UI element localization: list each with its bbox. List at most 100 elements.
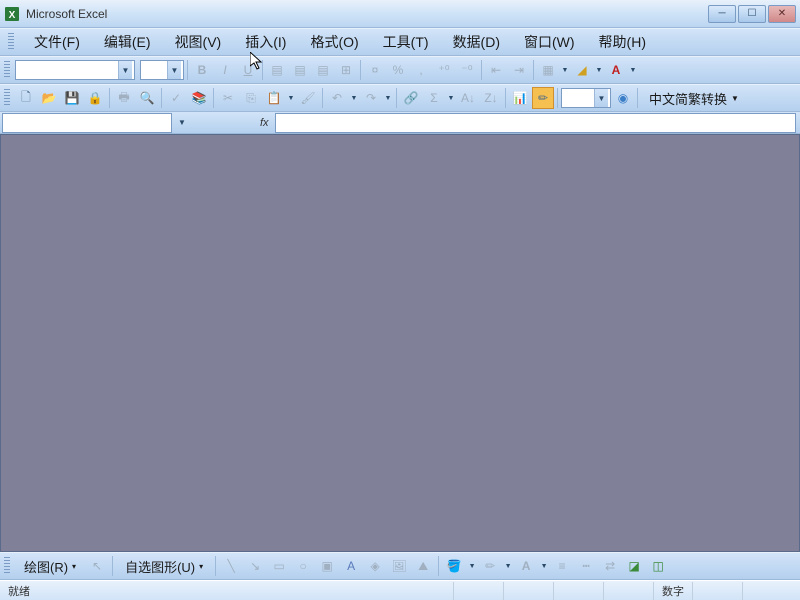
status-cell [503,582,553,600]
chevron-down-icon[interactable]: ▼ [560,59,570,81]
picture-button[interactable]: ⛰ [412,555,434,577]
menu-help[interactable]: 帮助(H) [587,28,658,56]
underline-button[interactable]: U [237,59,259,81]
zoom-combo[interactable]: ▼ [561,88,611,108]
redo-button[interactable]: ↷ [360,87,382,109]
toolbar-grip[interactable] [4,557,10,575]
chevron-down-icon[interactable]: ▼ [446,87,456,109]
align-right-button[interactable]: ▤ [312,59,334,81]
sort-asc-button[interactable]: A↓ [457,87,479,109]
name-box-dropdown[interactable]: ▼ [174,114,190,132]
italic-button[interactable]: I [214,59,236,81]
menu-edit[interactable]: 编辑(E) [92,28,163,56]
hyperlink-button[interactable]: 🔗 [400,87,422,109]
autoshapes-button[interactable]: 自选图形(U)▾ [117,555,211,577]
borders-button[interactable]: ▦ [537,59,559,81]
merge-center-button[interactable]: ⊞ [335,59,357,81]
font-color-button[interactable]: A [515,555,537,577]
diagram-button[interactable]: ◈ [364,555,386,577]
close-button[interactable]: ✕ [768,5,796,23]
chevron-down-icon[interactable]: ▼ [467,555,477,577]
select-objects-button[interactable]: ↖ [86,555,108,577]
menu-window[interactable]: 窗口(W) [512,28,587,56]
titlebar[interactable]: X Microsoft Excel ─ ☐ ✕ [0,0,800,28]
chevron-down-icon[interactable]: ▼ [349,87,359,109]
autosum-button[interactable]: Σ [423,87,445,109]
cut-button[interactable]: ✂ [217,87,239,109]
font-size-combo[interactable]: ▼ [140,60,184,80]
align-left-button[interactable]: ▤ [266,59,288,81]
line-style-button[interactable]: ≡ [551,555,573,577]
menu-tools[interactable]: 工具(T) [371,28,441,56]
chevron-down-icon[interactable]: ▼ [286,87,296,109]
menu-format[interactable]: 格式(O) [298,28,370,56]
svg-text:X: X [9,10,16,21]
font-name-combo[interactable]: ▼ [15,60,135,80]
oval-button[interactable]: ○ [292,555,314,577]
decrease-decimal-button[interactable]: ⁻⁰ [456,59,478,81]
status-cell [553,582,603,600]
formula-bar[interactable] [275,113,796,133]
wordart-button[interactable]: A [340,555,362,577]
fill-color-button[interactable]: ◢ [571,59,593,81]
chevron-down-icon[interactable]: ▼ [118,61,132,79]
open-button[interactable]: 📂 [38,87,60,109]
menu-file[interactable]: 文件(F) [22,28,92,56]
dash-style-button[interactable]: ┅ [575,555,597,577]
fill-color-button[interactable]: 🪣 [443,555,465,577]
new-button[interactable]: 🗋 [15,87,37,109]
textbox-button[interactable]: ▣ [316,555,338,577]
increase-decimal-button[interactable]: ⁺⁰ [433,59,455,81]
rectangle-button[interactable]: ▭ [268,555,290,577]
copy-button[interactable]: ⎘ [240,87,262,109]
help-button[interactable]: ◉ [612,87,634,109]
paste-button[interactable]: 📋 [263,87,285,109]
arrow-button[interactable]: ↘ [244,555,266,577]
bold-button[interactable]: B [191,59,213,81]
name-box[interactable] [2,113,172,133]
increase-indent-button[interactable]: ⇥ [508,59,530,81]
menu-view[interactable]: 视图(V) [163,28,234,56]
line-button[interactable]: ╲ [220,555,242,577]
currency-button[interactable]: ¤ [364,59,386,81]
align-center-button[interactable]: ▤ [289,59,311,81]
draw-menu-button[interactable]: 绘图(R)▾ [16,555,84,577]
chinese-convert-button[interactable]: 中文简繁转换▼ [641,87,747,109]
clipart-button[interactable]: 🖼 [388,555,410,577]
drawing-toggle-button[interactable]: ✏ [532,87,554,109]
format-painter-button[interactable]: 🖌 [297,87,319,109]
menu-insert[interactable]: 插入(I) [233,28,298,56]
undo-button[interactable]: ↶ [326,87,348,109]
maximize-button[interactable]: ☐ [738,5,766,23]
toolbar-grip[interactable] [4,61,10,79]
shadow-button[interactable]: ◪ [623,555,645,577]
chevron-down-icon[interactable]: ▼ [383,87,393,109]
chevron-down-icon[interactable]: ▼ [594,59,604,81]
toolbar-grip[interactable] [4,89,10,107]
percent-button[interactable]: % [387,59,409,81]
print-preview-button[interactable]: 🔍 [136,87,158,109]
research-button[interactable]: 📚 [188,87,210,109]
sort-desc-button[interactable]: Z↓ [480,87,502,109]
fx-label[interactable]: fx [260,117,269,129]
save-button[interactable]: 💾 [61,87,83,109]
line-color-button[interactable]: ✏ [479,555,501,577]
menubar-grip[interactable] [8,33,14,51]
comma-button[interactable]: , [410,59,432,81]
print-button[interactable]: 🖶 [113,87,135,109]
chevron-down-icon[interactable]: ▼ [539,555,549,577]
chart-button[interactable]: 📊 [509,87,531,109]
separator [557,88,558,108]
spelling-button[interactable]: ✓ [165,87,187,109]
minimize-button[interactable]: ─ [708,5,736,23]
font-color-button[interactable]: A [605,59,627,81]
decrease-indent-button[interactable]: ⇤ [485,59,507,81]
menu-data[interactable]: 数据(D) [441,28,512,56]
3d-button[interactable]: ◫ [647,555,669,577]
chevron-down-icon[interactable]: ▼ [503,555,513,577]
chevron-down-icon[interactable]: ▼ [167,61,181,79]
chevron-down-icon[interactable]: ▼ [594,89,608,107]
chevron-down-icon[interactable]: ▼ [628,59,638,81]
permission-button[interactable]: 🔒 [84,87,106,109]
arrow-style-button[interactable]: ⇄ [599,555,621,577]
